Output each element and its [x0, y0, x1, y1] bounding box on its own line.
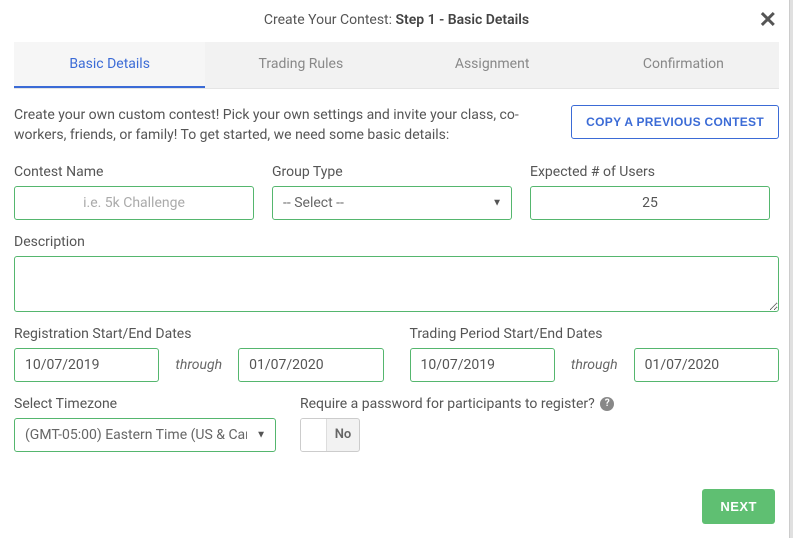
- registration-dates-group: Registration Start/End Dates through: [14, 326, 384, 382]
- description-label: Description: [14, 234, 779, 250]
- timezone-select[interactable]: (GMT-05:00) Eastern Time (US & Can: [14, 418, 276, 452]
- through-label: through: [175, 357, 222, 373]
- group-type-label: Group Type: [272, 164, 512, 180]
- password-label-text: Require a password for participants to r…: [300, 396, 595, 412]
- contest-name-label: Contest Name: [14, 164, 254, 180]
- intro-text: Create your own custom contest! Pick you…: [14, 105, 555, 146]
- registration-end-input[interactable]: [238, 348, 383, 382]
- expected-users-label: Expected # of Users: [530, 164, 770, 180]
- create-contest-modal: Create Your Contest: Step 1 - Basic Deta…: [0, 0, 793, 478]
- expected-users-group: Expected # of Users: [530, 164, 770, 220]
- group-type-select[interactable]: -- Select --: [272, 186, 512, 220]
- timezone-label: Select Timezone: [14, 396, 276, 412]
- tab-trading-rules[interactable]: Trading Rules: [205, 42, 396, 88]
- modal-footer: NEXT: [702, 489, 775, 524]
- tab-basic-details[interactable]: Basic Details: [14, 42, 205, 88]
- modal-title: Create Your Contest: Step 1 - Basic Deta…: [14, 12, 779, 28]
- password-group: Require a password for participants to r…: [300, 396, 779, 452]
- group-type-select-wrap: -- Select -- ▼: [272, 186, 512, 220]
- tab-assignment[interactable]: Assignment: [397, 42, 588, 88]
- trading-end-input[interactable]: [634, 348, 779, 382]
- help-icon[interactable]: ?: [600, 397, 614, 411]
- through-label: through: [571, 357, 618, 373]
- copy-previous-contest-button[interactable]: COPY A PREVIOUS CONTEST: [571, 105, 779, 139]
- description-textarea[interactable]: [14, 256, 779, 312]
- trading-start-input[interactable]: [410, 348, 555, 382]
- modal-title-prefix: Create Your Contest:: [264, 12, 396, 28]
- trading-dates-group: Trading Period Start/End Dates through: [410, 326, 780, 382]
- close-icon[interactable]: ✕: [759, 8, 777, 33]
- password-label: Require a password for participants to r…: [300, 396, 779, 412]
- next-button[interactable]: NEXT: [702, 489, 775, 524]
- wizard-tabs: Basic Details Trading Rules Assignment C…: [14, 42, 779, 89]
- contest-name-input[interactable]: [14, 186, 254, 220]
- tab-confirmation[interactable]: Confirmation: [588, 42, 779, 88]
- modal-title-step: Step 1 - Basic Details: [396, 12, 530, 28]
- toggle-label: No: [327, 427, 359, 442]
- password-toggle[interactable]: No: [300, 418, 360, 452]
- scrollbar[interactable]: [789, 0, 793, 538]
- trading-dates-label: Trading Period Start/End Dates: [410, 326, 780, 342]
- toggle-thumb: [301, 419, 327, 451]
- timezone-select-wrap: (GMT-05:00) Eastern Time (US & Can ▼: [14, 418, 276, 452]
- intro-row: Create your own custom contest! Pick you…: [14, 105, 779, 146]
- registration-start-input[interactable]: [14, 348, 159, 382]
- expected-users-input[interactable]: [530, 186, 770, 220]
- registration-dates-label: Registration Start/End Dates: [14, 326, 384, 342]
- timezone-group: Select Timezone (GMT-05:00) Eastern Time…: [14, 396, 276, 452]
- description-group: Description: [14, 234, 779, 312]
- contest-name-group: Contest Name: [14, 164, 254, 220]
- group-type-group: Group Type -- Select -- ▼: [272, 164, 512, 220]
